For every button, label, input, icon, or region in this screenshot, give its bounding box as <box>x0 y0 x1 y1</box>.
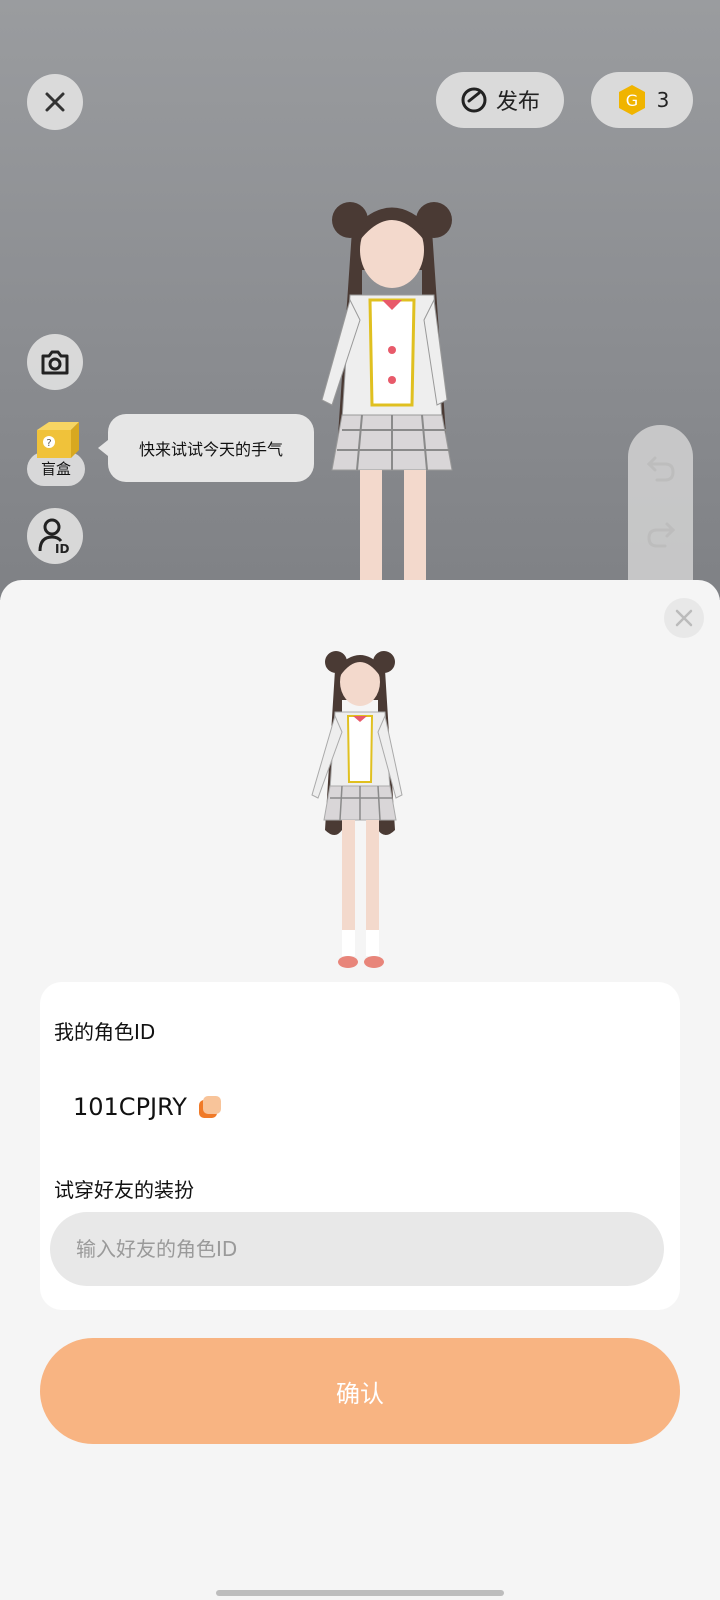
undo-icon <box>646 456 675 482</box>
copy-icon <box>198 1096 221 1118</box>
avatar-scene[interactable]: 发布 G 3 ? 盲盒 快来试试今天的手气 ID <box>0 0 720 600</box>
camera-icon <box>41 350 69 375</box>
sheet-close-button[interactable] <box>664 598 704 638</box>
role-id-button[interactable]: ID <box>27 508 83 564</box>
avatar-character <box>321 202 453 600</box>
close-icon <box>45 92 65 112</box>
coin-count: 3 <box>656 88 670 112</box>
coin-icon: G <box>618 85 645 115</box>
try-friend-outfit-label: 试穿好友的装扮 <box>54 1178 194 1202</box>
avatar-preview <box>311 651 403 968</box>
id-icon: ID <box>38 518 69 555</box>
blindbox-tip: 快来试试今天的手气 <box>98 414 314 482</box>
friend-role-id-input[interactable] <box>50 1212 664 1286</box>
undo-button[interactable] <box>645 452 677 484</box>
home-indicator[interactable] <box>216 1590 504 1596</box>
svg-text:G: G <box>625 91 637 110</box>
my-role-id-value: 101CPJRY <box>73 1093 187 1121</box>
publish-icon <box>461 87 487 113</box>
redo-icon <box>647 522 676 548</box>
camera-button[interactable] <box>27 334 83 390</box>
blindbox-tip-text: 快来试试今天的手气 <box>138 440 283 459</box>
confirm-label: 确认 <box>336 1379 384 1408</box>
blindbox-label: 盲盒 <box>40 460 71 478</box>
copy-id-button[interactable] <box>197 1094 223 1120</box>
confirm-button[interactable]: 确认 <box>40 1338 680 1444</box>
blindbox-icon: ? <box>37 422 79 458</box>
my-role-id-row: 101CPJRY <box>73 1093 223 1121</box>
coin-balance[interactable]: G 3 <box>591 72 693 128</box>
blindbox-button[interactable]: ? 盲盒 <box>27 418 85 486</box>
close-button[interactable] <box>27 74 83 130</box>
my-role-id-label: 我的角色ID <box>54 1020 156 1044</box>
publish-label: 发布 <box>495 90 540 115</box>
publish-button[interactable]: 发布 <box>436 72 564 128</box>
svg-text:?: ? <box>46 438 51 449</box>
redo-button[interactable] <box>645 518 677 550</box>
svg-text:ID: ID <box>55 542 69 555</box>
close-icon <box>675 609 693 627</box>
